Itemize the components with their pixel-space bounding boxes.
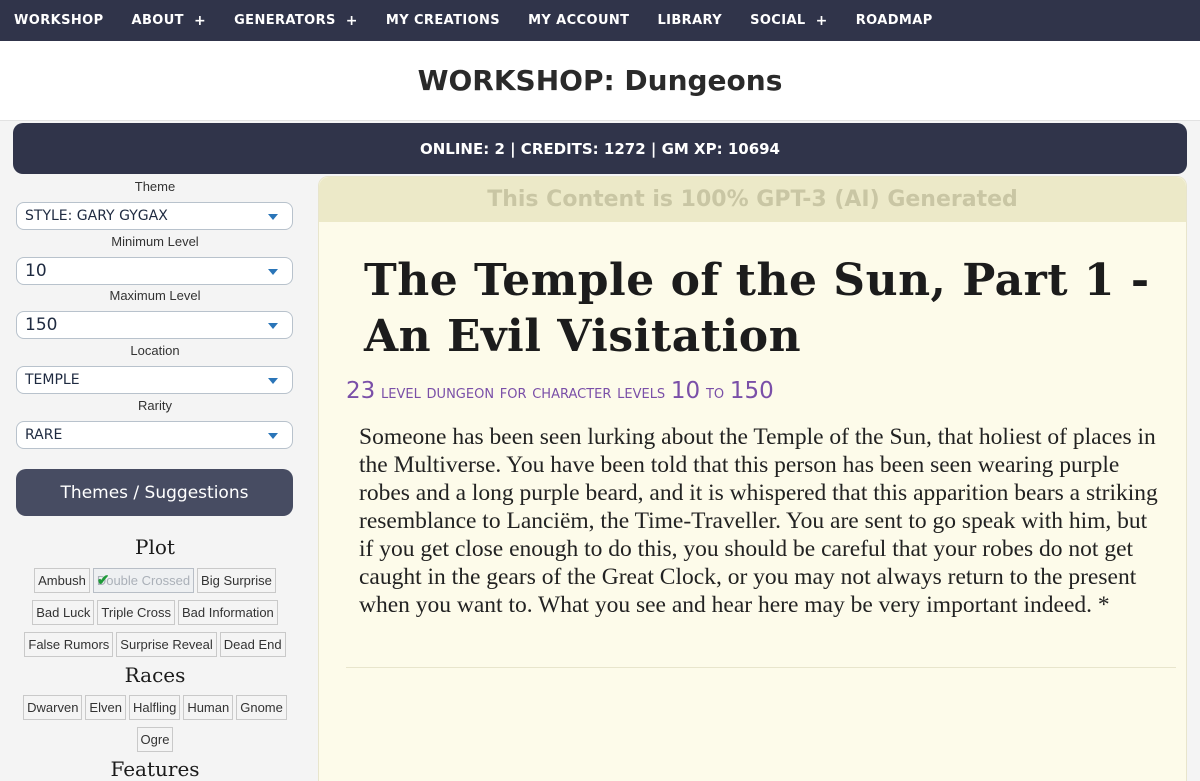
max-level: 150	[729, 378, 774, 404]
nav-my-creations[interactable]: MY CREATIONS	[386, 13, 500, 28]
nav-generators[interactable]: GENERATORS +	[234, 13, 358, 29]
page-header: WORKSHOP: Dungeons	[0, 41, 1200, 121]
nav-workshop[interactable]: WORKSHOP	[14, 13, 104, 28]
nav-my-account[interactable]: MY ACCOUNT	[528, 13, 629, 28]
nav-social[interactable]: SOCIAL +	[750, 13, 828, 29]
max-level-label: Maximum Level	[109, 288, 201, 303]
plot-tag-row: Ambush ✔ Double Crossed Big Surprise	[0, 568, 310, 593]
nav-label: ABOUT	[131, 13, 184, 28]
plot-tag-row: False Rumors Surprise Reveal Dead End	[0, 632, 310, 657]
chevron-down-icon	[268, 269, 278, 275]
tag-ogre[interactable]: Ogre	[136, 727, 174, 752]
race-tag-row: Dwarven Elven Halfling Human Gnome	[0, 695, 310, 720]
top-nav: WORKSHOP ABOUT + GENERATORS + MY CREATIONS…	[0, 0, 1200, 41]
nav-label: LIBRARY	[657, 13, 723, 28]
status-bar: ONLINE: 2 | CREDITS: 1272 | GM XP: 10694	[13, 123, 1187, 174]
rarity-select[interactable]: RARE	[16, 421, 293, 449]
divider	[346, 667, 1176, 668]
features-heading: Features	[110, 757, 200, 781]
plus-icon: +	[345, 12, 358, 29]
min-level: 10	[670, 378, 701, 404]
page-title: WORKSHOP: Dungeons	[417, 64, 783, 97]
dungeon-description: Someone has been seen lurking about the …	[359, 424, 1158, 618]
location-select[interactable]: TEMPLE	[16, 366, 293, 394]
max-level-value: 150	[25, 315, 58, 335]
chevron-down-icon	[268, 214, 278, 220]
plus-icon: +	[815, 12, 828, 29]
tag-elven[interactable]: Elven	[85, 695, 126, 720]
subtitle-text: level dungeon for character levels	[381, 382, 666, 403]
chevron-down-icon	[268, 323, 278, 329]
nav-label: SOCIAL	[750, 13, 806, 28]
theme-value: STYLE: GARY GYGAX	[25, 208, 168, 224]
nav-label: MY CREATIONS	[385, 13, 501, 28]
nav-label: MY ACCOUNT	[528, 13, 630, 28]
tag-human[interactable]: Human	[183, 695, 234, 720]
nav-library[interactable]: LIBRARY	[657, 13, 722, 28]
tag-label: Double Crossed	[96, 573, 191, 588]
nav-about[interactable]: ABOUT +	[132, 13, 207, 29]
race-tag-row: Ogre	[0, 727, 310, 752]
theme-label: Theme	[134, 179, 176, 194]
tag-false-rumors[interactable]: False Rumors	[24, 632, 114, 657]
min-level-label: Minimum Level	[111, 234, 199, 249]
rarity-value: RARE	[25, 427, 63, 443]
sidebar: Theme STYLE: GARY GYGAX Minimum Level 10…	[0, 176, 310, 781]
tag-halfling[interactable]: Halfling	[128, 695, 181, 720]
location-value: TEMPLE	[25, 372, 80, 388]
max-level-select[interactable]: 150	[16, 311, 293, 339]
chevron-down-icon	[268, 433, 278, 439]
min-level-select[interactable]: 10	[16, 257, 293, 285]
subtitle-to: to	[705, 382, 725, 403]
tag-ambush[interactable]: Ambush	[34, 568, 90, 593]
tag-gnome[interactable]: Gnome	[236, 695, 287, 720]
themes-suggestions-button[interactable]: Themes / Suggestions	[16, 469, 293, 516]
nav-roadmap[interactable]: ROADMAP	[856, 13, 933, 28]
tag-dead-end[interactable]: Dead End	[219, 632, 286, 657]
nav-label: GENERATORS	[234, 13, 336, 28]
chevron-down-icon	[268, 378, 278, 384]
plot-heading: Plot	[135, 535, 175, 559]
plus-icon: +	[193, 12, 207, 29]
tag-bad-information[interactable]: Bad Information	[178, 600, 278, 625]
tag-bad-luck[interactable]: Bad Luck	[32, 600, 95, 625]
dungeon-subtitle: 23 level dungeon for character levels 10…	[346, 378, 774, 404]
min-level-value: 10	[25, 261, 47, 281]
tag-surprise-reveal[interactable]: Surprise Reveal	[116, 632, 217, 657]
tag-dwarven[interactable]: Dwarven	[23, 695, 83, 720]
tag-triple-cross[interactable]: Triple Cross	[97, 600, 175, 625]
tag-big-surprise[interactable]: Big Surprise	[197, 568, 276, 593]
check-icon: ✔	[96, 572, 110, 589]
nav-label: ROADMAP	[855, 13, 933, 28]
dungeon-title: The Temple of the Sun, Part 1 - An Evil …	[364, 255, 1150, 362]
dungeon-level: 23	[346, 378, 376, 404]
ai-generated-banner: This Content is 100% GPT-3 (AI) Generate…	[319, 177, 1186, 222]
theme-select[interactable]: STYLE: GARY GYGAX	[16, 202, 293, 230]
dungeon-content-panel: This Content is 100% GPT-3 (AI) Generate…	[318, 176, 1187, 781]
plot-tag-row: Bad Luck Triple Cross Bad Information	[0, 600, 310, 625]
nav-label: WORKSHOP	[14, 13, 104, 28]
location-label: Location	[130, 343, 180, 358]
rarity-label: Rarity	[138, 398, 172, 413]
races-heading: Races	[124, 663, 186, 687]
tag-double-crossed[interactable]: ✔ Double Crossed	[92, 568, 195, 593]
status-text: ONLINE: 2 | CREDITS: 1272 | GM XP: 10694	[419, 139, 780, 158]
